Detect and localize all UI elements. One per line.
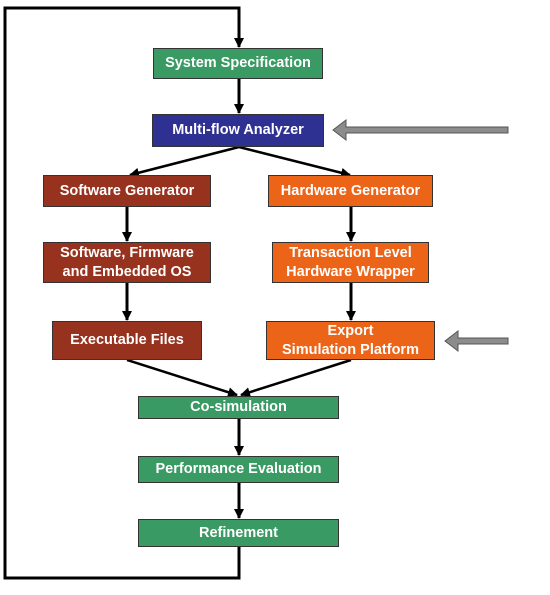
connectors <box>3 6 509 580</box>
node-refinement: Refinement <box>138 519 339 547</box>
arrow-exec-to-cosim <box>126 358 238 398</box>
node-export-simulation-platform: Export Simulation Platform <box>266 321 435 360</box>
node-co-simulation: Co-simulation <box>138 396 339 419</box>
arrow-analyzer-to-swgen <box>129 145 240 178</box>
node-software-generator: Software Generator <box>43 175 211 207</box>
arrow-analyzer-to-hwgen <box>238 145 351 178</box>
node-hardware-generator: Hardware Generator <box>268 175 433 207</box>
feedback-loop-arrow <box>3 6 244 580</box>
node-multi-flow-analyzer: Multi-flow Analyzer <box>152 114 324 147</box>
node-system-specification: System Specification <box>153 48 323 79</box>
node-transaction-level-wrapper: Transaction Level Hardware Wrapper <box>272 242 429 283</box>
flow-diagram: System Specification Multi-flow Analyzer… <box>0 0 550 595</box>
input-arrow-analyzer-icon <box>332 118 509 142</box>
arrow-export-to-cosim <box>240 358 352 398</box>
node-executable-files: Executable Files <box>52 321 202 360</box>
node-performance-evaluation: Performance Evaluation <box>138 456 339 483</box>
input-arrow-export-icon <box>444 329 509 353</box>
node-software-firmware-os: Software, Firmware and Embedded OS <box>43 242 211 283</box>
